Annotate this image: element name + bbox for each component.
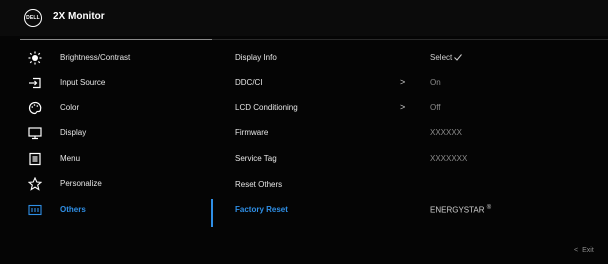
ddc-ci-value: On: [430, 78, 441, 87]
color-palette-icon: [28, 101, 42, 115]
star-icon: [28, 177, 42, 191]
chevron-left-icon: <: [574, 247, 579, 254]
monitor-title: 2X Monitor: [53, 11, 105, 22]
submenu-factory-reset[interactable]: Factory Reset: [235, 205, 288, 214]
menu-item-color[interactable]: Color: [20, 99, 212, 119]
menu-label: Color: [60, 103, 80, 112]
menu-label: Menu: [60, 154, 81, 163]
menu-item-personalize[interactable]: Personalize: [20, 175, 212, 195]
menu-item-input-source[interactable]: Input Source: [20, 74, 212, 94]
brightness-icon: [28, 51, 42, 65]
submenu-lcd-conditioning[interactable]: LCD Conditioning: [235, 103, 298, 112]
input-source-icon: [28, 76, 42, 90]
others-icon: [28, 203, 42, 217]
dell-logo: DELL: [24, 9, 42, 27]
header-divider-right: [212, 39, 608, 40]
menu-item-menu[interactable]: Menu: [20, 150, 212, 170]
chevron-right-icon: >: [400, 77, 406, 87]
submenu-display-info[interactable]: Display Info: [235, 53, 277, 62]
exit-button[interactable]: < Exit: [574, 247, 594, 254]
submenu-service-tag[interactable]: Service Tag: [235, 154, 277, 163]
menu-item-others[interactable]: Others: [20, 201, 212, 221]
menu-label: Others: [60, 205, 86, 214]
menu-item-display[interactable]: Display: [20, 124, 212, 144]
energystar-value: ENERGYSTAR ®: [430, 205, 492, 215]
registered-mark: ®: [486, 205, 492, 211]
lcd-conditioning-value: Off: [430, 103, 441, 112]
exit-label: Exit: [582, 247, 594, 254]
menu-label: Input Source: [60, 78, 106, 87]
firmware-value: XXXXXX: [430, 128, 463, 137]
check-icon: [454, 54, 463, 61]
submenu-ddc-ci[interactable]: DDC/CI: [235, 78, 263, 87]
menu-label: Personalize: [60, 179, 102, 188]
submenu-reset-others[interactable]: Reset Others: [235, 180, 282, 189]
menu-icon: [28, 152, 42, 166]
chevron-right-icon: >: [400, 102, 406, 112]
osd-header: DELL 2X Monitor: [0, 0, 608, 36]
display-info-value: Select: [430, 53, 463, 62]
menu-label: Brightness/Contrast: [60, 53, 131, 62]
display-icon: [28, 126, 42, 140]
selection-indicator: [211, 199, 213, 227]
menu-item-brightness-contrast[interactable]: Brightness/Contrast: [20, 49, 212, 69]
submenu-firmware[interactable]: Firmware: [235, 128, 268, 137]
header-divider-left: [20, 39, 212, 40]
menu-label: Display: [60, 128, 87, 137]
service-tag-value: XXXXXXX: [430, 154, 468, 163]
